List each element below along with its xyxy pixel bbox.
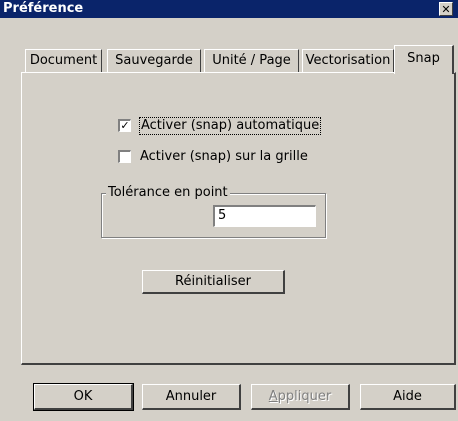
tolerance-group-label: Tolérance en point bbox=[106, 185, 230, 201]
apply-button-label: ppliquer bbox=[277, 389, 332, 404]
ok-button[interactable]: OK bbox=[33, 383, 134, 411]
tab-sauvegarde-label: Sauvegarde bbox=[115, 53, 193, 68]
cancel-button-label: Annuler bbox=[165, 389, 217, 404]
tab-unite-page[interactable]: Unité / Page bbox=[204, 49, 299, 72]
ok-button-label: OK bbox=[73, 389, 93, 404]
tolerance-group: Tolérance en point 5 bbox=[101, 185, 326, 238]
reset-button[interactable]: Réinitialiser bbox=[142, 270, 285, 294]
tab-document-label: Document bbox=[29, 53, 98, 68]
close-icon[interactable]: ✕ bbox=[439, 2, 453, 16]
auto-snap-label: Activer (snap) automatique bbox=[138, 117, 322, 135]
grid-snap-check-icon[interactable] bbox=[118, 150, 131, 163]
tab-sauvegarde[interactable]: Sauvegarde bbox=[107, 49, 201, 72]
apply-button[interactable]: Appliquer bbox=[251, 384, 350, 410]
tab-snap-label: Snap bbox=[407, 51, 440, 66]
window-title: Préférence bbox=[3, 1, 84, 16]
tab-unite-page-label: Unité / Page bbox=[212, 53, 291, 68]
tolerance-input[interactable]: 5 bbox=[213, 205, 316, 227]
cancel-button[interactable]: Annuler bbox=[142, 384, 241, 410]
preferences-dialog: Préférence ✕ Document Sauvegarde Unité /… bbox=[0, 0, 458, 421]
tab-vectorisation[interactable]: Vectorisation bbox=[302, 49, 394, 72]
title-bar[interactable]: Préférence ✕ bbox=[0, 0, 458, 18]
tab-vectorisation-label: Vectorisation bbox=[305, 53, 391, 68]
auto-snap-check-icon[interactable]: ✓ bbox=[118, 119, 131, 132]
grid-snap-label: Activer (snap) sur la grille bbox=[140, 149, 308, 164]
help-button-label: Aide bbox=[393, 389, 422, 404]
tab-snap[interactable]: Snap bbox=[394, 45, 454, 74]
apply-button-mnemonic: A bbox=[268, 389, 278, 404]
reset-button-label: Réinitialiser bbox=[175, 274, 251, 289]
help-button[interactable]: Aide bbox=[360, 384, 456, 410]
tab-document[interactable]: Document bbox=[25, 49, 102, 72]
